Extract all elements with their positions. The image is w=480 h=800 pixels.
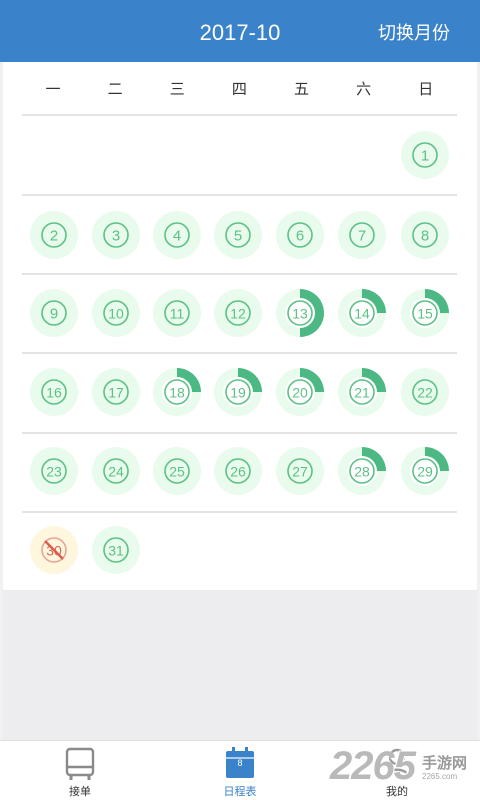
nav-item-mine[interactable]: 我的 bbox=[357, 741, 437, 800]
calendar-day[interactable]: 18 bbox=[152, 367, 202, 417]
calendar-day-number: 13 bbox=[292, 306, 308, 322]
calendar-day-number: 29 bbox=[417, 464, 433, 480]
calendar-day[interactable]: 21 bbox=[337, 367, 387, 417]
weekday-thu: 四 bbox=[231, 81, 247, 98]
calendar-icon-badge: 8 bbox=[237, 758, 243, 768]
calendar-day[interactable]: 27 bbox=[275, 446, 325, 496]
weekday-mon: 一 bbox=[45, 81, 61, 98]
nav-label-orders: 接单 bbox=[69, 786, 91, 798]
calendar-day[interactable]: 12 bbox=[213, 288, 263, 338]
calendar-day-number: 31 bbox=[108, 543, 124, 559]
calendar-day[interactable]: 4 bbox=[152, 210, 202, 260]
calendar-day-number: 24 bbox=[108, 464, 124, 480]
calendar-day[interactable]: 1 bbox=[400, 130, 450, 180]
calendar-day[interactable]: 22 bbox=[400, 367, 450, 417]
weekday-tue: 二 bbox=[107, 81, 123, 98]
calendar-day[interactable]: 19 bbox=[213, 367, 263, 417]
calendar-day[interactable]: 26 bbox=[213, 446, 263, 496]
calendar-day[interactable]: 17 bbox=[91, 367, 141, 417]
calendar-day[interactable]: 7 bbox=[337, 210, 387, 260]
calendar-day-number: 25 bbox=[169, 464, 185, 480]
calendar-day-number: 22 bbox=[417, 385, 433, 401]
calendar-day[interactable]: 23 bbox=[29, 446, 79, 496]
row-divider bbox=[22, 114, 457, 116]
calendar-day-number: 23 bbox=[46, 464, 62, 480]
nav-item-schedule[interactable]: 8 日程表 bbox=[200, 741, 280, 800]
calendar-day[interactable]: 6 bbox=[275, 210, 325, 260]
switch-month-button[interactable]: 切换月份 bbox=[378, 0, 450, 62]
calendar-day[interactable]: 9 bbox=[29, 288, 79, 338]
row-divider bbox=[22, 511, 457, 513]
nav-item-orders[interactable]: 接单 bbox=[40, 741, 120, 800]
calendar-day-number: 6 bbox=[296, 228, 304, 245]
calendar-day[interactable]: 11 bbox=[152, 288, 202, 338]
row-divider bbox=[22, 273, 457, 275]
calendar-day[interactable]: 2 bbox=[29, 210, 79, 260]
calendar-day[interactable]: 15 bbox=[400, 288, 450, 338]
calendar-day-number: 21 bbox=[354, 385, 370, 401]
calendar-day[interactable]: 31 bbox=[91, 525, 141, 575]
calendar-day-number: 7 bbox=[358, 228, 366, 245]
calendar-day-number: 28 bbox=[354, 464, 370, 480]
calendar-day[interactable]: 10 bbox=[91, 288, 141, 338]
calendar-day-number: 14 bbox=[354, 306, 370, 322]
calendar-day-number: 8 bbox=[421, 228, 429, 245]
calendar-day-number: 11 bbox=[170, 306, 185, 322]
calendar-day-number: 20 bbox=[292, 385, 308, 401]
app-screen: 2017-10 切换月份 一 二 三 四 五 六 日 1 2 3 4 5 6 7 8 9 10 11… bbox=[0, 0, 480, 800]
calendar-day[interactable]: 29 bbox=[400, 446, 450, 496]
bottom-nav: 接单 8 日程表 我的 bbox=[0, 740, 480, 800]
calendar-day[interactable]: 14 bbox=[337, 288, 387, 338]
calendar-day[interactable]: 20 bbox=[275, 367, 325, 417]
calendar-day-number: 18 bbox=[169, 385, 185, 401]
nav-label-schedule: 日程表 bbox=[223, 786, 257, 798]
calendar-day-number: 27 bbox=[292, 464, 308, 480]
weekday-sat: 六 bbox=[356, 81, 372, 98]
calendar-day-number: 1 bbox=[421, 148, 429, 165]
weekday-wed: 三 bbox=[169, 81, 185, 98]
calendar-day-number: 9 bbox=[50, 306, 58, 323]
calendar-day[interactable]: 28 bbox=[337, 446, 387, 496]
bus-icon bbox=[65, 747, 95, 786]
calendar-day[interactable]: 3 bbox=[91, 210, 141, 260]
header-bar: 2017-10 切换月份 bbox=[0, 0, 480, 62]
calendar-day[interactable]: 30 bbox=[29, 525, 79, 575]
calendar-day-number: 3 bbox=[112, 228, 120, 245]
weekday-sun: 日 bbox=[418, 81, 434, 98]
nav-label-mine: 我的 bbox=[386, 786, 408, 798]
calendar-day-number: 2 bbox=[50, 228, 58, 245]
calendar-day-number: 16 bbox=[46, 385, 62, 401]
calendar-day[interactable]: 24 bbox=[91, 446, 141, 496]
row-divider bbox=[22, 194, 457, 196]
calendar-day[interactable]: 13 bbox=[275, 288, 325, 338]
calendar-day[interactable]: 5 bbox=[213, 210, 263, 260]
calendar-day[interactable]: 8 bbox=[400, 210, 450, 260]
weekday-header: 一 二 三 四 五 六 日 bbox=[22, 62, 457, 114]
weekday-fri: 五 bbox=[294, 81, 310, 98]
user-icon bbox=[382, 747, 412, 784]
calendar-day-number: 4 bbox=[173, 228, 181, 245]
calendar-day[interactable]: 25 bbox=[152, 446, 202, 496]
calendar-day-number: 5 bbox=[234, 228, 242, 245]
calendar-day-number: 10 bbox=[108, 306, 124, 322]
row-divider bbox=[22, 352, 457, 354]
calendar-day-number: 12 bbox=[230, 306, 246, 322]
calendar-day-number: 19 bbox=[230, 385, 246, 401]
empty-area bbox=[3, 590, 477, 740]
calendar-day-number: 17 bbox=[108, 385, 124, 401]
row-divider bbox=[22, 432, 457, 434]
calendar-day-number: 26 bbox=[230, 464, 246, 480]
calendar-day[interactable]: 16 bbox=[29, 367, 79, 417]
calendar-day-number: 15 bbox=[417, 306, 433, 322]
